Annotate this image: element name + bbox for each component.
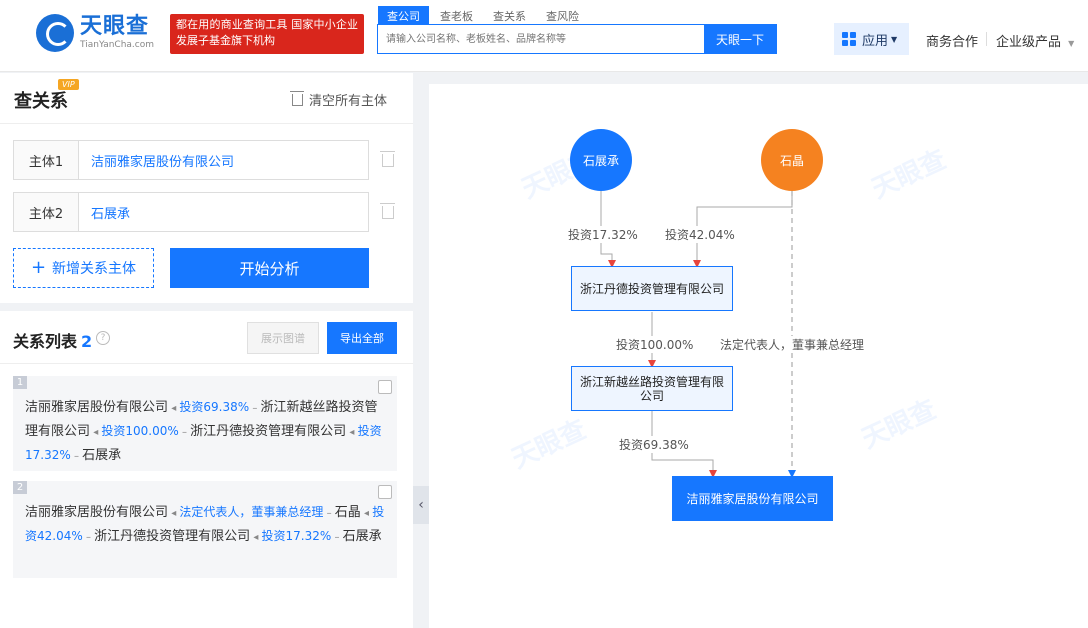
show-graph-button[interactable]: 展示图谱 xyxy=(247,322,319,354)
relation-label: 投资69.38% xyxy=(179,400,250,414)
path-checkbox[interactable] xyxy=(378,380,392,394)
entity-link[interactable]: 石展承 xyxy=(343,529,382,544)
dash-separator: – xyxy=(331,532,343,543)
person-node-shizhancheng[interactable]: 石展承 xyxy=(570,129,632,191)
path-number: 2 xyxy=(13,481,27,494)
arrow-left-icon: ◂ xyxy=(90,427,102,438)
edge-label: 投资100.00% xyxy=(615,336,695,353)
subject-card: 查关系 VIP 清空所有主体 主体1 洁丽雅家居股份有限公司 主体2 石展承 +… xyxy=(0,73,413,303)
dash-separator: – xyxy=(70,451,83,462)
entity-link[interactable]: 石展承 xyxy=(82,448,121,463)
subject-field-2[interactable]: 主体2 石展承 xyxy=(13,192,369,232)
relation-graph-canvas[interactable]: 天眼查 天眼查 天眼查 天眼查 石展承 石晶 投资17.32% 投资42.04%… xyxy=(429,84,1088,628)
chevron-down-icon: ▼ xyxy=(1068,39,1075,48)
dash-separator: – xyxy=(249,403,261,414)
add-subject-button[interactable]: + 新增关系主体 xyxy=(13,248,154,288)
dash-separator: – xyxy=(323,508,335,519)
subject-field-1[interactable]: 主体1 洁丽雅家居股份有限公司 xyxy=(13,140,369,180)
edge-label: 投资42.04% xyxy=(664,226,736,243)
logo-domain: TianYanCha.com xyxy=(80,40,155,50)
help-icon[interactable]: ? xyxy=(96,331,110,345)
plus-icon: + xyxy=(30,257,47,278)
path-checkbox[interactable] xyxy=(378,485,392,499)
person-node-shijing[interactable]: 石晶 xyxy=(761,129,823,191)
company-node-dande[interactable]: 浙江丹德投资管理有限公司 xyxy=(571,266,733,311)
arrow-left-icon: ◂ xyxy=(346,427,358,438)
relation-label: 法定代表人，董事兼总经理 xyxy=(179,505,324,519)
add-subject-label: 新增关系主体 xyxy=(52,261,137,277)
chevron-down-icon: ▼ xyxy=(891,34,898,44)
path-number: 1 xyxy=(13,376,27,389)
site-logo[interactable]: 天眼查 TianYanCha.com xyxy=(36,14,154,52)
edge-label: 投资69.38% xyxy=(618,436,690,453)
tab-boss[interactable]: 查老板 xyxy=(431,6,482,24)
logo-text: 天眼查 xyxy=(80,14,150,39)
subject-value[interactable]: 石展承 xyxy=(79,193,368,231)
relation-list-title: 关系列表 2 xyxy=(13,328,92,352)
path-body: 洁丽雅家居股份有限公司 ◂ 法定代表人，董事兼总经理 – 石晶 ◂ 投资42.0… xyxy=(25,501,387,549)
clear-all-button[interactable]: 清空所有主体 xyxy=(290,90,388,109)
relation-label: 投资17.32% xyxy=(261,529,332,543)
entity-link[interactable]: 洁丽雅家居股份有限公司 xyxy=(25,505,168,520)
path-body: 洁丽雅家居股份有限公司 ◂ 投资69.38% – 浙江新越丝路投资管理有限公司 … xyxy=(25,396,387,468)
divider xyxy=(0,363,413,364)
tab-relation[interactable]: 查关系 xyxy=(484,6,535,24)
delete-icon[interactable] xyxy=(380,151,395,167)
dash-separator: – xyxy=(178,427,191,438)
dash-separator: – xyxy=(82,532,95,543)
chevron-left-icon: ‹ xyxy=(418,497,424,513)
search-input[interactable] xyxy=(378,25,704,53)
entity-link[interactable]: 洁丽雅家居股份有限公司 xyxy=(25,400,168,415)
subject-value[interactable]: 洁丽雅家居股份有限公司 xyxy=(79,141,368,179)
apps-grid-icon xyxy=(842,32,856,46)
edge-label: 法定代表人，董事兼总经理 xyxy=(719,336,866,353)
subject-label: 主体1 xyxy=(14,141,79,179)
entity-link[interactable]: 浙江丹德投资管理有限公司 xyxy=(190,424,346,439)
tab-company[interactable]: 查公司 xyxy=(378,6,429,24)
arrow-left-icon: ◂ xyxy=(360,508,373,519)
page-title: 查关系 xyxy=(14,91,68,112)
start-analysis-button[interactable]: 开始分析 xyxy=(170,248,369,288)
edge-label: 投资17.32% xyxy=(567,226,639,243)
delete-icon[interactable] xyxy=(380,203,395,219)
eye-logo-icon xyxy=(36,14,74,52)
search-button[interactable]: 天眼一下 xyxy=(704,25,776,53)
relation-count: 2 xyxy=(81,332,93,351)
export-all-button[interactable]: 导出全部 xyxy=(327,322,397,354)
nav-enterprise[interactable]: 企业级产品 ▼ xyxy=(996,31,1074,50)
company-node-xinyue[interactable]: 浙江新越丝路投资管理有限公司 xyxy=(571,366,733,411)
company-node-jieliya[interactable]: 洁丽雅家居股份有限公司 xyxy=(672,476,833,521)
search-tabs: 查公司 查老板 查关系 查风险 xyxy=(378,6,590,24)
left-panel: 查关系 VIP 清空所有主体 主体1 洁丽雅家居股份有限公司 主体2 石展承 +… xyxy=(0,73,413,628)
search-box: 天眼一下 xyxy=(377,24,777,54)
graph-edges xyxy=(600,191,796,478)
tab-risk[interactable]: 查风险 xyxy=(537,6,588,24)
arrow-left-icon: ◂ xyxy=(168,403,180,414)
slogan-banner: 都在用的商业查询工具 国家中小企业发展子基金旗下机构 xyxy=(170,14,364,54)
entity-link[interactable]: 浙江丹德投资管理有限公司 xyxy=(94,529,250,544)
nav-divider xyxy=(986,32,987,46)
top-header: 天眼查 TianYanCha.com 都在用的商业查询工具 国家中小企业发展子基… xyxy=(0,0,1088,72)
relation-label: 投资100.00% xyxy=(101,424,179,438)
subject-label: 主体2 xyxy=(14,193,79,231)
relation-list-label: 关系列表 xyxy=(13,332,78,351)
app-menu[interactable]: 应用 ▼ xyxy=(834,23,909,55)
trash-icon xyxy=(290,90,304,106)
relation-path-item[interactable]: 2 洁丽雅家居股份有限公司 ◂ 法定代表人，董事兼总经理 – 石晶 ◂ 投资42… xyxy=(13,481,397,578)
app-menu-label: 应用 xyxy=(862,33,889,49)
divider xyxy=(0,123,413,124)
arrow-left-icon: ◂ xyxy=(168,508,180,519)
entity-link[interactable]: 石晶 xyxy=(335,505,361,520)
collapse-panel-button[interactable]: ‹ xyxy=(413,486,429,524)
vip-badge: VIP xyxy=(58,79,79,90)
relation-path-item[interactable]: 1 洁丽雅家居股份有限公司 ◂ 投资69.38% – 浙江新越丝路投资管理有限公… xyxy=(13,376,397,471)
arrow-left-icon: ◂ xyxy=(250,532,262,543)
nav-business[interactable]: 商务合作 xyxy=(926,31,978,50)
nav-enterprise-label: 企业级产品 xyxy=(996,35,1062,50)
relation-list-card: 关系列表 2 ? 展示图谱 导出全部 1 洁丽雅家居股份有限公司 ◂ 投资69.3… xyxy=(0,311,413,628)
clear-all-label: 清空所有主体 xyxy=(309,94,388,109)
